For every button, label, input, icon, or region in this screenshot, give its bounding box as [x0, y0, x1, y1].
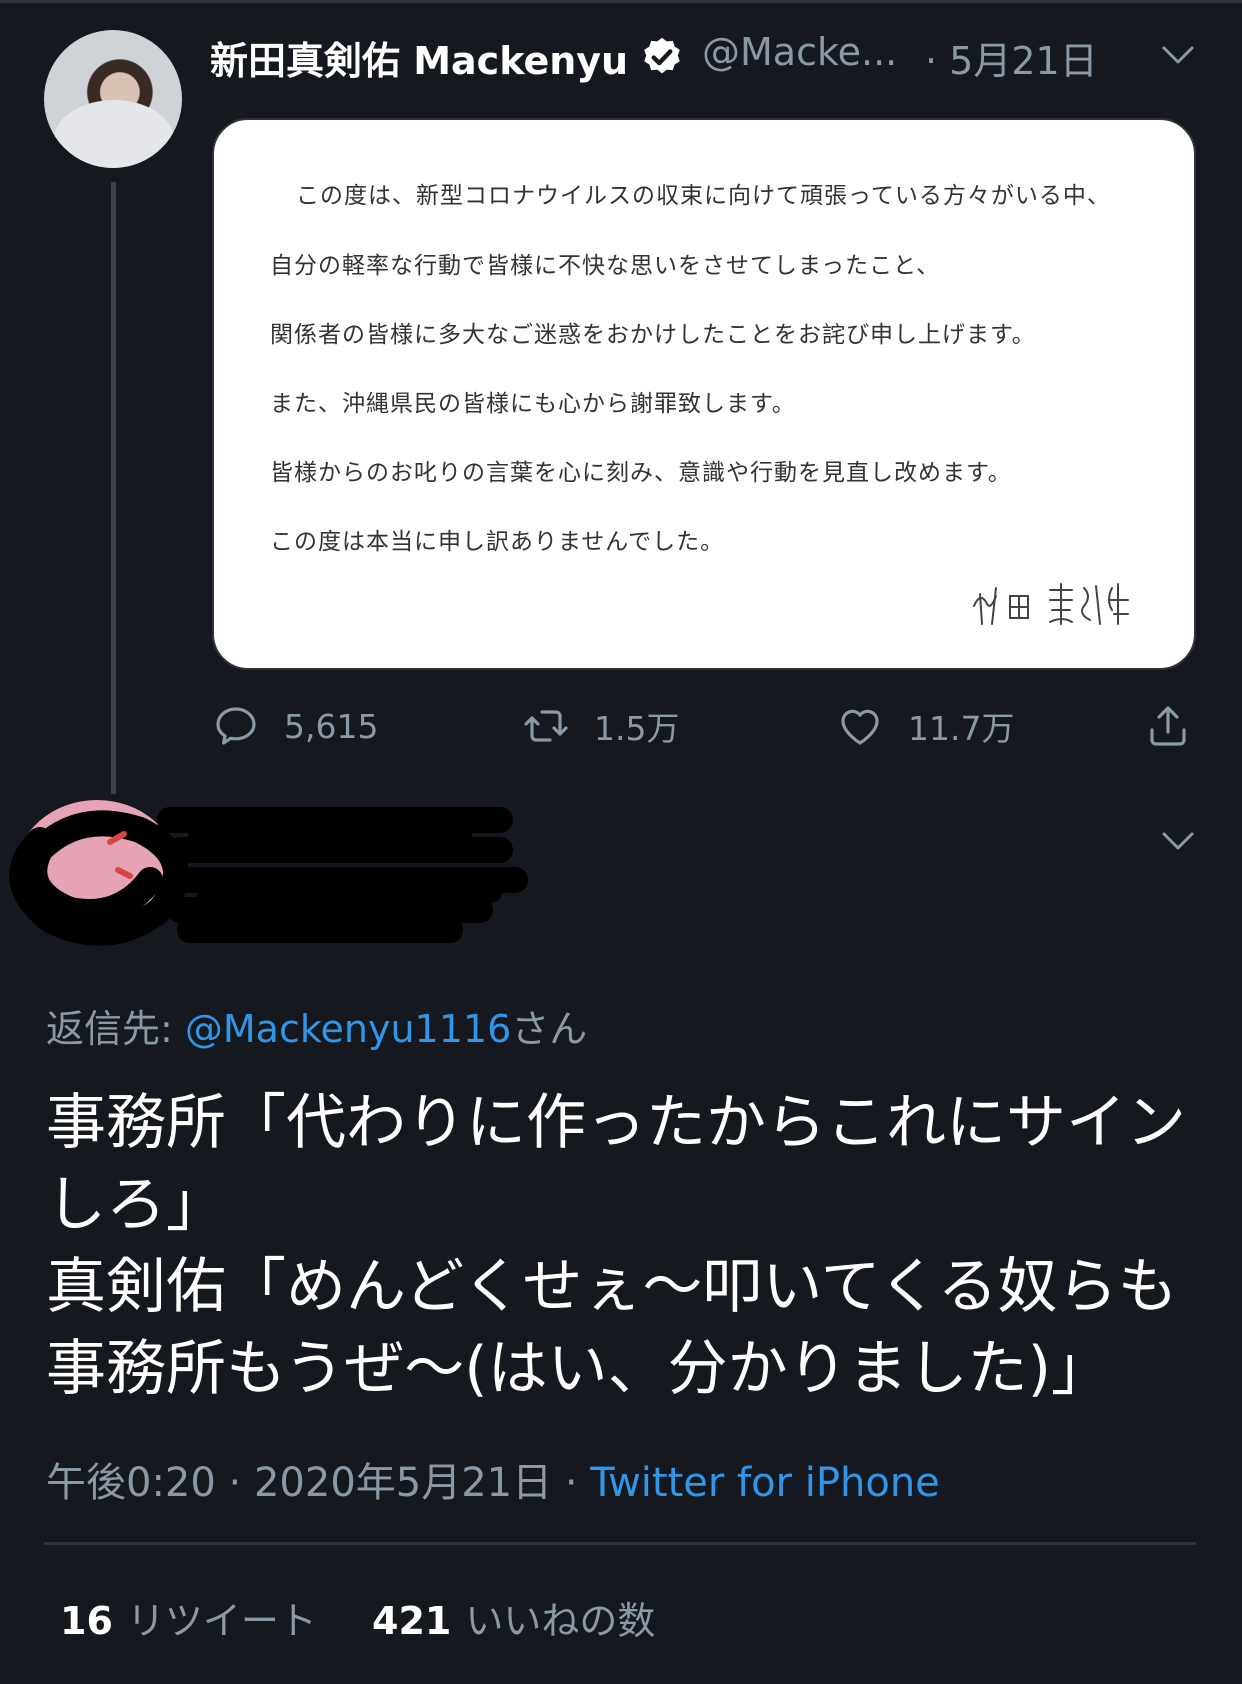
reply-action[interactable]: 5,615 [212, 702, 378, 750]
statement-line: この度は本当に申し訳ありませんでした。 [270, 529, 725, 555]
statement-line: 皆様からのお叱りの言葉を心に刻み、意識や行動を見直し改めます。 [270, 460, 1012, 486]
reply-to-suffix: さん [511, 1007, 588, 1051]
avatar-hood [54, 100, 174, 168]
reply-source-link[interactable]: Twitter for iPhone [590, 1460, 940, 1506]
reply-text: 事務所「代わりに作ったからこれにサイン しろ」 真剣佑「めんどくせぇ〜叩いてくる… [46, 1082, 1206, 1410]
like-stat-label: いいねの数 [465, 1599, 656, 1643]
statement-image[interactable]: この度は、新型コロナウイルスの収束に向けて頑張っている方々がいる中、 自分の軽率… [212, 118, 1196, 670]
statement-line: 自分の軽率な行動で皆様に不快な思いをさせてしまったこと、 [270, 253, 941, 279]
retweet-stat[interactable]: 16 リツイート [60, 1590, 317, 1645]
reply-count: 5,615 [284, 706, 379, 746]
reply-text-line: 事務所もうぜ〜(はい、分かりました)」 [46, 1334, 1112, 1404]
like-count: 11.7万 [908, 709, 1015, 748]
reply-to-label: 返信先: [46, 1007, 185, 1051]
retweet-action[interactable]: 1.5万 [522, 702, 679, 750]
statement-line: この度は、新型コロナウイルスの収束に向けて頑張っている方々がいる中、 [296, 183, 1111, 209]
reply-meta: 午後0:20 · 2020年5月21日 · Twitter for iPhone [46, 1450, 940, 1508]
reply-timestamp: 午後0:20 · 2020年5月21日 · [46, 1460, 591, 1506]
author-name[interactable]: 新田真剣佑 Mackenyu [210, 30, 628, 85]
like-stat[interactable]: 421 いいねの数 [372, 1590, 655, 1645]
verified-badge-icon [644, 37, 680, 74]
retweet-stat-label: リツイート [126, 1599, 317, 1643]
share-action[interactable] [1144, 702, 1192, 750]
handwritten-signature [973, 583, 1129, 625]
chevron-down-icon[interactable] [1160, 44, 1196, 66]
reply-icon [216, 707, 256, 745]
reply-text-line: 真剣佑「めんどくせぇ〜叩いてくる奴らも [46, 1252, 1178, 1322]
statement-line: また、沖縄県民の皆様にも心から謝罪致します。 [270, 391, 796, 417]
top-border [0, 0, 1242, 3]
retweet-icon [524, 710, 568, 742]
author-handle[interactable]: @Macke... [702, 30, 897, 74]
tweet-date[interactable]: · 5月21日 [925, 30, 1098, 85]
reply-text-line: しろ」 [46, 1170, 226, 1240]
like-icon [841, 709, 879, 745]
reply-to-line: 返信先: @Mackenyu1116さん [46, 998, 587, 1053]
retweet-stat-count: 16 [60, 1599, 113, 1643]
author-avatar[interactable] [44, 30, 182, 168]
share-icon [1150, 706, 1186, 746]
thread-line [111, 182, 116, 794]
like-stat-count: 421 [372, 1599, 452, 1643]
redaction-scribble [9, 807, 528, 946]
chevron-down-icon[interactable] [1160, 830, 1196, 852]
statement-line: 関係者の皆様に多大なご迷惑をおかけしたことをお詫び申し上げます。 [270, 322, 1036, 348]
reply-text-line: 事務所「代わりに作ったからこれにサイン [46, 1088, 1186, 1158]
like-action[interactable]: 11.7万 [836, 702, 1014, 750]
reply-to-mention[interactable]: @Mackenyu1116 [185, 1007, 511, 1051]
divider [44, 1542, 1196, 1545]
retweet-count: 1.5万 [594, 709, 680, 748]
